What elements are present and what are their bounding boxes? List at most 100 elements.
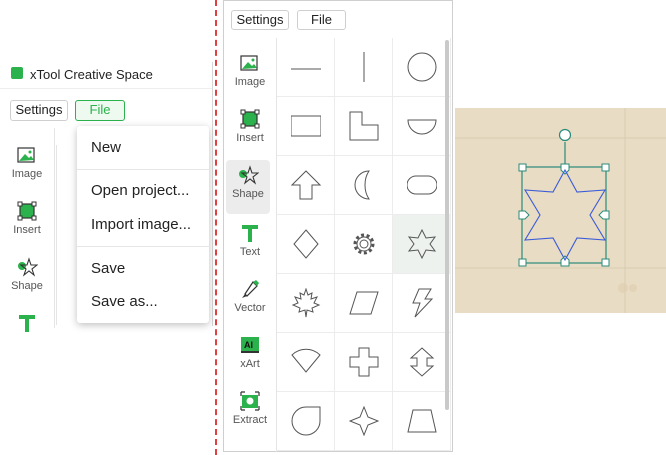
resize-handle[interactable] [598, 210, 610, 220]
shape-line[interactable] [277, 38, 335, 97]
sidebar-item-vector[interactable]: Vector [224, 278, 276, 314]
sidebar-label: Shape [11, 280, 43, 292]
settings-button[interactable]: Settings [10, 100, 68, 121]
circle-icon [407, 52, 437, 82]
cross-icon [349, 347, 379, 377]
settings-button[interactable]: Settings [231, 10, 289, 30]
svg-text:AI: AI [244, 340, 253, 350]
extract-icon [240, 391, 260, 411]
red-dashed-divider [215, 0, 217, 455]
menu-item-import-image[interactable]: Import image... [91, 216, 191, 233]
sidebar-item-xart[interactable]: AI xArt [224, 334, 276, 370]
menu-item-new[interactable]: New [91, 139, 121, 156]
sidebar-item-insert[interactable]: Insert [0, 200, 54, 236]
shape-icon [18, 257, 38, 277]
shape-diamond[interactable] [277, 215, 335, 274]
gear-icon [353, 233, 375, 255]
four-point-star-icon [349, 406, 379, 436]
insert-icon [240, 109, 260, 129]
sidebar-item-text[interactable] [0, 312, 54, 336]
file-menu: New Open project... Import image... Save… [77, 126, 209, 323]
sidebar-item-insert[interactable]: Insert [224, 108, 276, 144]
shape-vertical-line[interactable] [335, 38, 393, 97]
sidebar-label: Insert [13, 224, 41, 236]
shape-rounded-rectangle[interactable] [393, 156, 451, 215]
rounded-rectangle-icon [407, 175, 437, 195]
ruler [56, 145, 77, 325]
shape-gear[interactable] [335, 215, 393, 274]
six-point-star-icon [407, 229, 437, 259]
shape-arrow-up[interactable] [277, 156, 335, 215]
shape-cross[interactable] [335, 333, 393, 392]
sidebar-label: Text [239, 246, 261, 258]
selection-box[interactable] [521, 166, 607, 264]
center-sidebar: Image Insert Shape Text Vector AI xArt E… [224, 38, 277, 452]
resize-handle[interactable] [601, 258, 610, 267]
sidebar-label: Image [234, 76, 266, 88]
line-icon [291, 68, 321, 70]
rectangle-icon [291, 115, 321, 137]
resize-handle[interactable] [518, 210, 530, 220]
resize-handle[interactable] [518, 163, 527, 172]
sidebar-item-image[interactable]: Image [224, 52, 276, 88]
menu-item-save-as[interactable]: Save as... [91, 293, 158, 310]
design-canvas[interactable] [455, 108, 666, 313]
file-button[interactable]: File [75, 100, 125, 121]
teardrop-icon [291, 406, 321, 436]
shape-crescent[interactable] [335, 156, 393, 215]
insert-icon [17, 201, 37, 221]
double-arrow-icon [409, 347, 435, 377]
sidebar-label: Shape [232, 188, 264, 200]
shape-half-circle[interactable] [393, 97, 451, 156]
scrollbar[interactable] [445, 40, 449, 410]
menu-divider [77, 246, 209, 247]
app-logo-icon [11, 67, 23, 79]
left-sidebar: Image Insert Shape [0, 128, 55, 332]
resize-handle[interactable] [518, 258, 527, 267]
rotate-handle[interactable] [558, 128, 572, 142]
vertical-line-icon [363, 52, 365, 82]
shape-teardrop[interactable] [277, 392, 335, 451]
trapezoid-icon [407, 409, 437, 433]
shape-grid [277, 38, 451, 452]
pen-icon [242, 280, 259, 298]
sidebar-item-image[interactable]: Image [0, 144, 54, 180]
shape-trapezoid[interactable] [393, 392, 451, 451]
maple-leaf-icon [291, 288, 321, 318]
shape-double-arrow[interactable] [393, 333, 451, 392]
sidebar-item-text[interactable]: Text [224, 222, 276, 258]
sidebar-item-extract[interactable]: Extract [224, 390, 276, 426]
text-icon [242, 225, 258, 242]
shape-circle[interactable] [393, 38, 451, 97]
menu-item-open-project[interactable]: Open project... [91, 182, 189, 199]
ai-icon: AI [241, 337, 259, 353]
shape-lightning[interactable] [393, 274, 451, 333]
app-title: xTool Creative Space [30, 67, 153, 82]
sidebar-item-shape[interactable]: Shape [226, 160, 270, 214]
half-circle-icon [407, 119, 437, 135]
arrow-up-icon [291, 170, 321, 200]
sidebar-label: xArt [240, 358, 260, 370]
crescent-icon [354, 170, 370, 200]
fan-sector-icon [291, 348, 321, 373]
menu-divider [77, 169, 209, 170]
shape-star-6[interactable] [393, 215, 451, 274]
sidebar-label: Insert [236, 132, 264, 144]
shape-maple-leaf[interactable] [277, 274, 335, 333]
file-button[interactable]: File [297, 10, 346, 30]
shape-fan-sector[interactable] [277, 333, 335, 392]
six-point-star-shape[interactable] [523, 168, 607, 262]
sidebar-label: Image [11, 168, 43, 180]
shape-four-point-star[interactable] [335, 392, 393, 451]
sidebar-item-shape[interactable]: Shape [0, 256, 54, 292]
shape-l-shape[interactable] [335, 97, 393, 156]
image-icon [17, 147, 35, 163]
image-icon [240, 55, 258, 71]
resize-handle[interactable] [601, 163, 610, 172]
shape-rectangle[interactable] [277, 97, 335, 156]
shape-parallelogram[interactable] [335, 274, 393, 333]
menu-item-save[interactable]: Save [91, 260, 125, 277]
text-icon [19, 315, 35, 332]
canvas-drawing [455, 108, 666, 313]
parallelogram-icon [349, 291, 379, 315]
